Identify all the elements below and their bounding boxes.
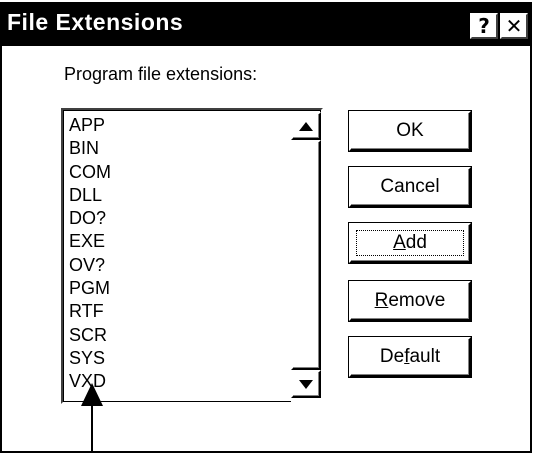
list-item[interactable]: BIN <box>69 137 111 160</box>
remove-button[interactable]: Remove <box>349 281 471 321</box>
extensions-listbox[interactable]: APP BIN COM DLL DO? EXE OV? PGM RTF SCR … <box>61 108 323 404</box>
vertical-scrollbar[interactable] <box>291 112 321 402</box>
default-button[interactable]: Default <box>349 337 471 377</box>
list-item[interactable]: APP <box>69 114 111 137</box>
list-item[interactable]: PGM <box>69 277 111 300</box>
list-item[interactable]: EXE <box>69 230 111 253</box>
extensions-label: Program file extensions: <box>64 64 258 84</box>
list-item[interactable]: COM <box>69 161 111 184</box>
list-item[interactable]: DLL <box>69 184 111 207</box>
pointer-line <box>91 402 93 453</box>
ok-button[interactable]: OK <box>349 111 471 151</box>
default-label-rest: ault <box>409 346 441 367</box>
title-bar[interactable]: File Extensions ? ✕ <box>2 4 530 46</box>
window-title: File Extensions <box>7 9 184 35</box>
focus-rect <box>356 230 464 256</box>
list-item[interactable]: SYS <box>69 347 111 370</box>
remove-label: emove <box>388 290 446 311</box>
list-item[interactable]: OV? <box>69 254 111 277</box>
add-button[interactable]: Add <box>349 223 471 263</box>
cancel-button[interactable]: Cancel <box>349 167 471 207</box>
help-button[interactable]: ? <box>470 13 498 39</box>
list-item[interactable]: RTF <box>69 300 111 323</box>
list-item[interactable]: DO? <box>69 207 111 230</box>
scroll-down-button[interactable] <box>291 370 321 398</box>
triangle-up-icon <box>299 121 313 131</box>
remove-mnemonic: R <box>374 290 389 311</box>
extensions-list: APP BIN COM DLL DO? EXE OV? PGM RTF SCR … <box>69 114 111 394</box>
default-label-pre: De <box>379 346 405 367</box>
scroll-up-button[interactable] <box>291 112 321 140</box>
triangle-down-icon <box>299 379 313 389</box>
list-item[interactable]: SCR <box>69 324 111 347</box>
scroll-thumb[interactable] <box>291 140 321 370</box>
close-button[interactable]: ✕ <box>500 13 528 39</box>
